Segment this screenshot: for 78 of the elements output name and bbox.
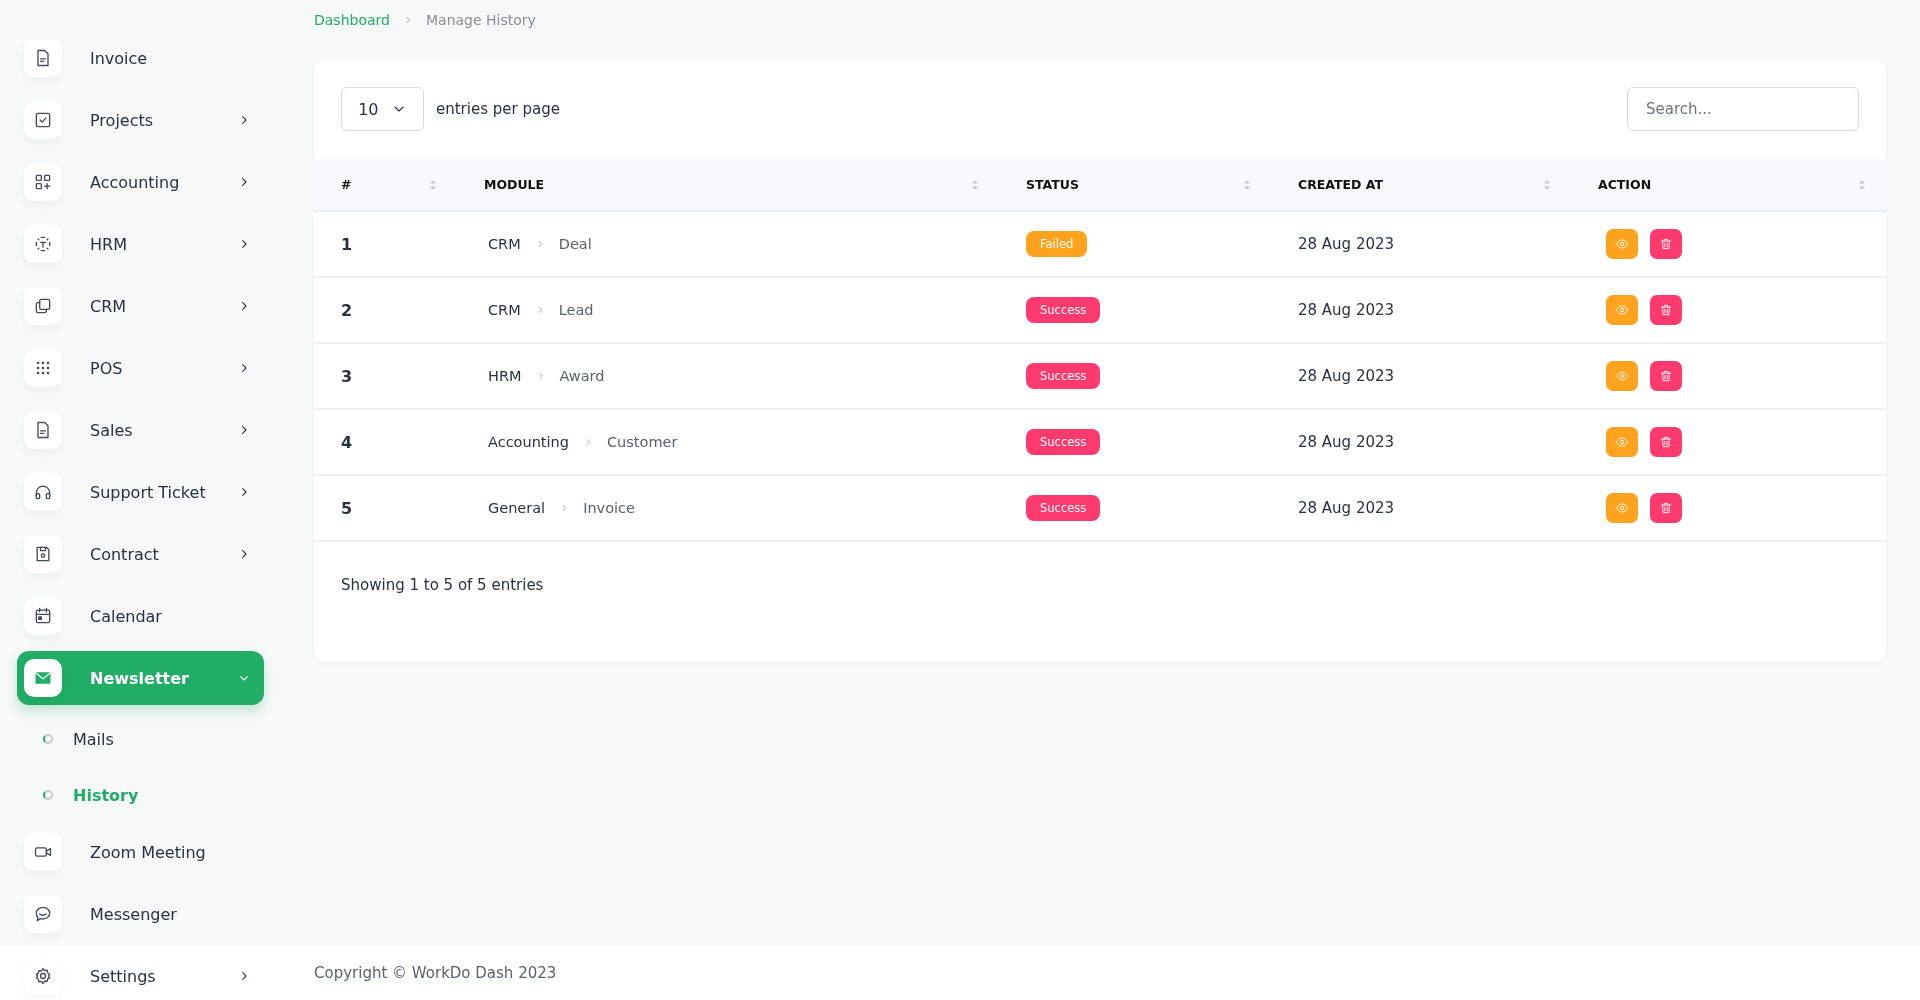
- trash-icon: [1659, 435, 1673, 449]
- copy-icon: [33, 296, 53, 316]
- table-cell: 4: [314, 409, 457, 475]
- module-name: HRM: [488, 368, 522, 384]
- submenu-item[interactable]: Mails: [43, 717, 280, 761]
- submodule-name: Customer: [606, 434, 678, 450]
- column-header[interactable]: STATUS: [999, 159, 1271, 211]
- column-header[interactable]: CREATED AT: [1271, 159, 1571, 211]
- table-info: Showing 1 to 5 of 5 entries: [340, 575, 545, 594]
- bullet-icon: [43, 734, 53, 744]
- view-button[interactable]: [1606, 493, 1638, 523]
- table-cell: 28 Aug 2023: [1271, 475, 1571, 541]
- sidebar-item[interactable]: Projects: [17, 93, 264, 147]
- copyright-text: Copyright © WorkDo Dash 2023: [314, 964, 557, 982]
- eye-icon: [1615, 303, 1629, 317]
- status-badge: Success: [1026, 363, 1101, 389]
- view-button[interactable]: [1606, 427, 1638, 457]
- sidebar-item[interactable]: Contract: [17, 527, 264, 581]
- module-name: General: [488, 500, 546, 516]
- status-badge: Success: [1026, 297, 1101, 323]
- apps-icon: [33, 172, 53, 192]
- view-button[interactable]: [1606, 229, 1638, 259]
- entries-select[interactable]: 10: [341, 87, 424, 131]
- module-name: Accounting: [488, 434, 569, 450]
- sidebar-item[interactable]: Calendar: [17, 589, 264, 643]
- submodule-name: Lead: [558, 302, 594, 318]
- column-header[interactable]: ACTION: [1571, 159, 1886, 211]
- delete-button[interactable]: [1650, 493, 1682, 523]
- settings-icon: [33, 966, 53, 986]
- eye-icon: [1615, 237, 1629, 251]
- table-cell: 1: [314, 211, 457, 277]
- view-button[interactable]: [1606, 361, 1638, 391]
- view-button[interactable]: [1606, 295, 1638, 325]
- trash-icon: [1659, 237, 1673, 251]
- bullet-icon: [43, 790, 53, 800]
- trash-icon: [1659, 501, 1673, 515]
- calendar-icon: [33, 606, 53, 626]
- module-name: CRM: [488, 236, 521, 252]
- trash-icon: [1659, 369, 1673, 383]
- status-badge: Success: [1026, 495, 1101, 521]
- table-cell: 28 Aug 2023: [1271, 409, 1571, 475]
- submodule-name: Deal: [558, 236, 592, 252]
- dashed-frame-icon: [33, 234, 53, 254]
- entries-label: entries per page: [436, 100, 560, 118]
- sidebar-item[interactable]: Sales: [17, 403, 264, 457]
- table-cell: 3: [314, 343, 457, 409]
- table-cell: 28 Aug 2023: [1271, 211, 1571, 277]
- table-cell: 28 Aug 2023: [1271, 277, 1571, 343]
- search-field[interactable]: Search...: [1627, 87, 1859, 131]
- sidebar-item[interactable]: Invoice: [17, 31, 264, 85]
- delete-button[interactable]: [1650, 361, 1682, 391]
- sidebar-item[interactable]: Messenger: [17, 887, 264, 941]
- submodule-name: Invoice: [583, 500, 635, 516]
- sidebar-item[interactable]: HRM: [17, 217, 264, 271]
- status-badge: Failed: [1026, 231, 1088, 257]
- sidebar-item[interactable]: Zoom Meeting: [17, 825, 264, 879]
- table-cell: 5: [314, 475, 457, 541]
- table-cell: 2: [314, 277, 457, 343]
- checkbox-icon: [33, 110, 53, 130]
- table-cell: 28 Aug 2023: [1271, 343, 1571, 409]
- chat-bubble-icon: [33, 904, 53, 924]
- eye-icon: [1615, 369, 1629, 383]
- delete-button[interactable]: [1650, 427, 1682, 457]
- eye-icon: [1615, 501, 1629, 515]
- trash-icon: [1659, 303, 1673, 317]
- delete-button[interactable]: [1650, 295, 1682, 325]
- sidebar-item[interactable]: CRM: [17, 279, 264, 333]
- sidebar-item[interactable]: POS: [17, 341, 264, 395]
- delete-button[interactable]: [1650, 229, 1682, 259]
- breadcrumb-current: Manage History: [425, 12, 536, 28]
- column-header[interactable]: MODULE: [457, 159, 999, 211]
- module-name: CRM: [488, 302, 521, 318]
- column-header[interactable]: #: [314, 159, 457, 211]
- eye-icon: [1615, 435, 1629, 449]
- submodule-name: Award: [559, 368, 605, 384]
- sidebar-item[interactable]: Support Ticket: [17, 465, 264, 519]
- sidebar-item[interactable]: Accounting: [17, 155, 264, 209]
- status-badge: Success: [1026, 429, 1101, 455]
